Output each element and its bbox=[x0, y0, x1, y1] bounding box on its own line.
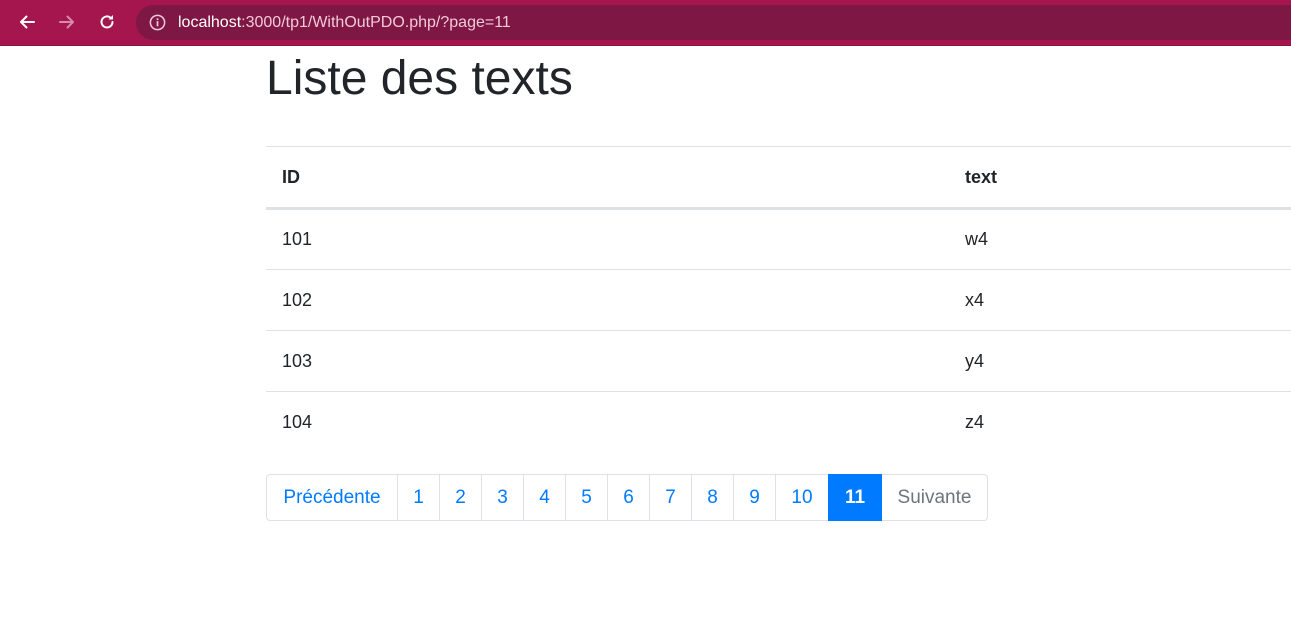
cell-id: 101 bbox=[282, 229, 313, 249]
table-row: 102 x4 bbox=[266, 269, 1291, 331]
texts-table: ID text 101 w4 102 x4 103 y4 104 z4 bbox=[266, 146, 1291, 453]
cell-text: z4 bbox=[949, 391, 1291, 453]
table-header-row: ID text bbox=[266, 146, 1291, 210]
column-header-text: text bbox=[949, 146, 1291, 210]
site-info-icon[interactable] bbox=[148, 13, 167, 32]
page-link-3[interactable]: 3 bbox=[481, 474, 524, 521]
previous-page-link[interactable]: Précédente bbox=[266, 474, 398, 521]
forward-arrow-icon bbox=[59, 15, 74, 29]
page-link-10[interactable]: 10 bbox=[775, 474, 829, 521]
browser-toolbar: localhost:3000/tp1/WithOutPDO.php/?page=… bbox=[0, 0, 1291, 46]
page-title: Liste des texts bbox=[266, 52, 573, 105]
table-row: 103 y4 bbox=[266, 330, 1291, 392]
cell-id: 102 bbox=[266, 269, 949, 331]
url-text[interactable]: localhost:3000/tp1/WithOutPDO.php/?page=… bbox=[178, 13, 511, 32]
table-row: 104 z4 bbox=[266, 391, 1291, 453]
back-arrow-icon bbox=[20, 15, 35, 29]
page-link-1[interactable]: 1 bbox=[397, 474, 440, 521]
page-link-2[interactable]: 2 bbox=[439, 474, 482, 521]
page-link-5[interactable]: 5 bbox=[565, 474, 608, 521]
page-link-4[interactable]: 4 bbox=[523, 474, 566, 521]
url-path: :3000/tp1/WithOutPDO.php/?page=11 bbox=[241, 14, 511, 31]
cell-id: 103 bbox=[266, 330, 949, 392]
page-link-6[interactable]: 6 bbox=[607, 474, 650, 521]
forward-button[interactable] bbox=[52, 7, 82, 37]
reload-icon bbox=[100, 15, 114, 29]
page-link-7[interactable]: 7 bbox=[649, 474, 692, 521]
address-bar[interactable]: localhost:3000/tp1/WithOutPDO.php/?page=… bbox=[136, 5, 1291, 40]
cell-text: y4 bbox=[949, 330, 1291, 392]
cell-id: 104 bbox=[266, 391, 949, 453]
page-link-11-current[interactable]: 11 bbox=[828, 474, 882, 521]
cell-text: x4 bbox=[949, 269, 1291, 331]
column-header-id: ID bbox=[266, 146, 949, 210]
table-row: 101 w4 bbox=[266, 209, 1291, 270]
page-link-9[interactable]: 9 bbox=[733, 474, 776, 521]
back-button[interactable] bbox=[12, 7, 42, 37]
page-link-8[interactable]: 8 bbox=[691, 474, 734, 521]
cell-text: w4 bbox=[965, 229, 989, 249]
pagination: Précédente 1 2 3 4 5 6 7 8 9 10 11 Suiva… bbox=[266, 474, 988, 521]
url-host: localhost bbox=[178, 14, 242, 31]
next-page-link: Suivante bbox=[881, 474, 988, 521]
reload-button[interactable] bbox=[92, 7, 122, 37]
